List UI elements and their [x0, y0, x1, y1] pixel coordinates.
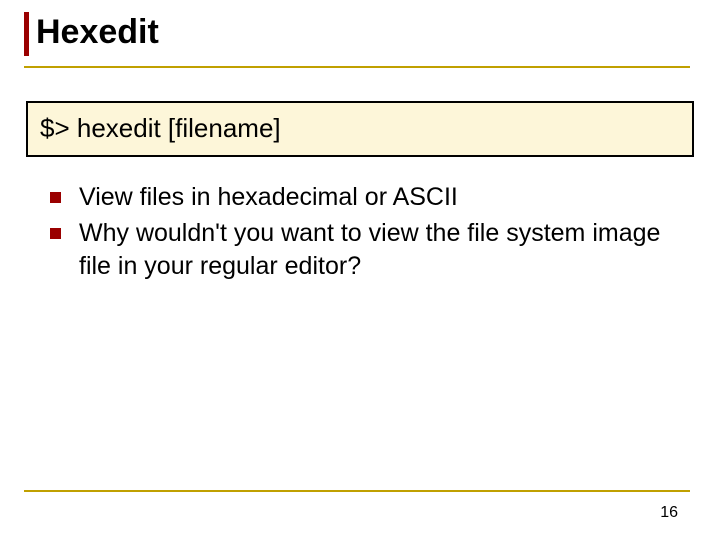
title-block: Hexedit: [0, 0, 720, 61]
command-text: $> hexedit [filename]: [40, 113, 281, 143]
page-number: 16: [660, 504, 678, 522]
slide: Hexedit $> hexedit [filename] View files…: [0, 0, 720, 540]
square-bullet-icon: [50, 228, 61, 239]
bullet-text: View files in hexadecimal or ASCII: [79, 181, 694, 214]
slide-title: Hexedit: [36, 14, 720, 51]
bullet-text: Why wouldn't you want to view the file s…: [79, 217, 694, 282]
list-item: Why wouldn't you want to view the file s…: [26, 217, 694, 282]
bullet-list: View files in hexadecimal or ASCII Why w…: [26, 181, 694, 283]
title-accent-bar: [24, 12, 29, 56]
command-box: $> hexedit [filename]: [26, 101, 694, 156]
list-item: View files in hexadecimal or ASCII: [26, 181, 694, 214]
title-underline: [24, 66, 690, 68]
footer-underline: [24, 490, 690, 492]
square-bullet-icon: [50, 192, 61, 203]
